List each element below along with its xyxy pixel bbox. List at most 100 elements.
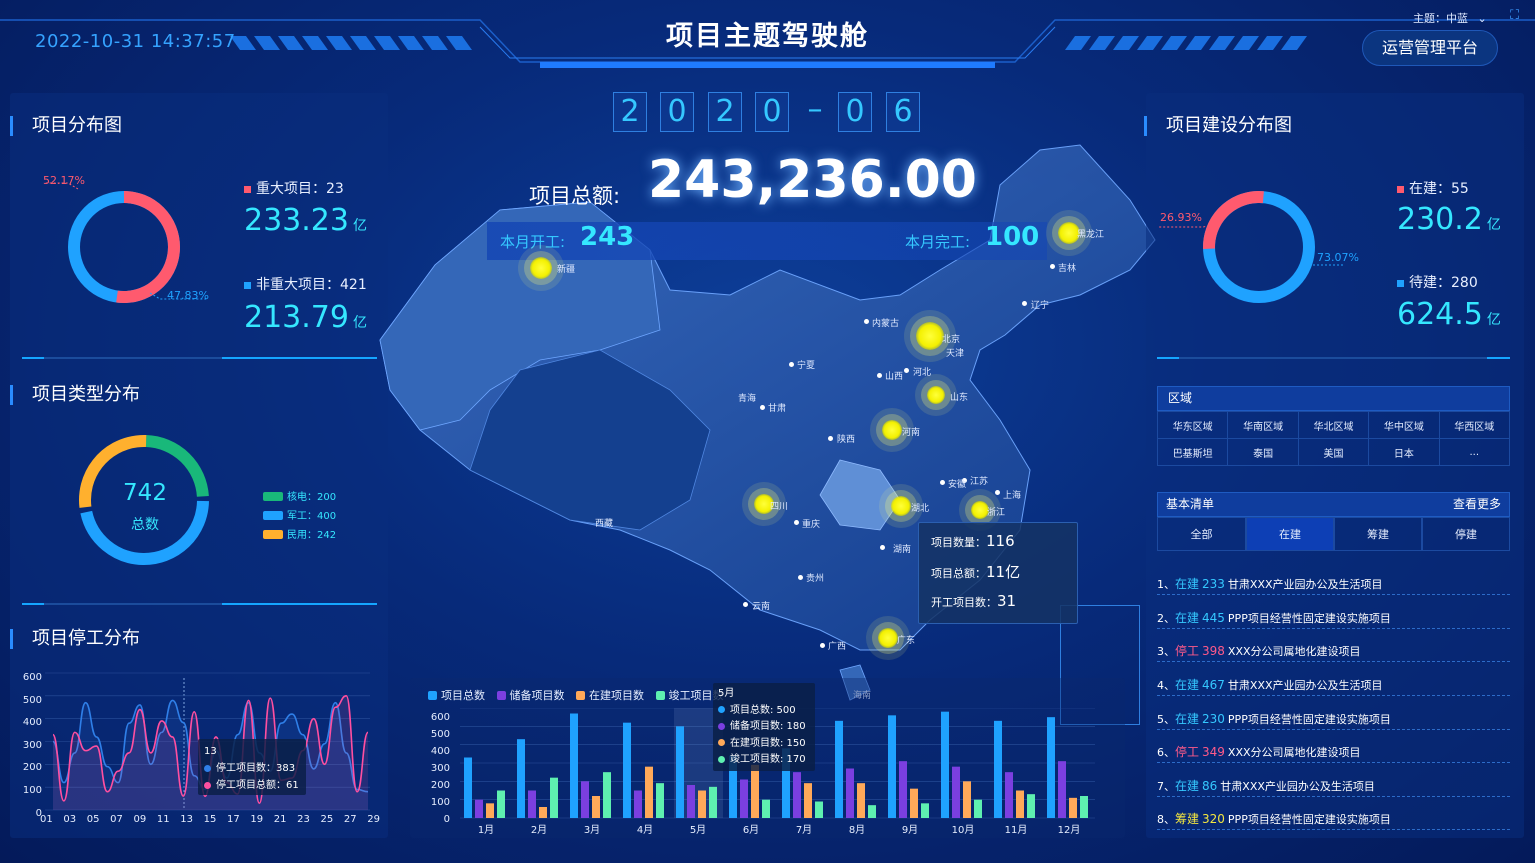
list-item[interactable]: 8、筹建 320 PPP项目经营性固定建设实施项目 — [1157, 810, 1510, 830]
bar-2[interactable] — [1058, 761, 1066, 818]
bar-1[interactable] — [623, 722, 631, 818]
bar-3[interactable] — [698, 790, 706, 819]
bar-3[interactable] — [1069, 797, 1077, 818]
bar-4[interactable] — [1027, 794, 1035, 818]
bar-2[interactable] — [740, 779, 748, 819]
list-status: 在建 — [1175, 611, 1200, 625]
list-item[interactable]: 3、停工 398 XXX分公司属地化建设项目 — [1157, 642, 1510, 662]
region-cell[interactable]: 华东区域 — [1156, 411, 1229, 439]
bar-3[interactable] — [1016, 790, 1024, 819]
list-item[interactable]: 1、在建 233 甘肃XXX产业园办公及生活项目 — [1157, 575, 1510, 595]
city-label: 广西 — [828, 642, 847, 652]
bar-3[interactable] — [486, 803, 494, 818]
bar-2[interactable] — [475, 799, 483, 818]
bar-3[interactable] — [910, 788, 918, 818]
date-digit: 0 — [838, 92, 872, 132]
region-cell[interactable]: 美国 — [1297, 438, 1370, 466]
region-cell[interactable]: 华南区域 — [1227, 411, 1299, 439]
list-item[interactable]: 2、在建 445 PPP项目经营性固定建设实施项目 — [1157, 609, 1510, 629]
list-status: 在建 — [1175, 577, 1200, 591]
bar-3[interactable] — [539, 807, 547, 818]
city-label: 甘肃 — [768, 404, 787, 414]
hotspot-marker[interactable] — [916, 322, 944, 350]
bar-3[interactable] — [645, 766, 653, 818]
bar-1[interactable] — [570, 713, 578, 819]
bar-2[interactable] — [952, 766, 960, 818]
bar-tooltip: 5月 项目总数: 500 储备项目数: 180 在建项目数: 150 竣工项目数… — [713, 683, 815, 771]
region-cell[interactable]: 泰国 — [1227, 438, 1299, 466]
hotspot-marker[interactable] — [878, 628, 898, 648]
city-label: 河北 — [913, 368, 932, 378]
bar-3[interactable] — [963, 781, 971, 818]
bar-1[interactable] — [888, 715, 896, 818]
region-cell[interactable]: 华西区域 — [1438, 411, 1511, 439]
tab-all[interactable]: 全部 — [1157, 517, 1246, 551]
city-label: 贵州 — [806, 574, 825, 584]
city-label: 西藏 — [595, 519, 614, 529]
bar-4[interactable] — [974, 799, 982, 818]
waiting-value: 624.5 亿 — [1397, 297, 1501, 332]
bar-3[interactable] — [592, 796, 600, 818]
tab-building[interactable]: 在建 — [1246, 517, 1334, 551]
pct-major: 52.17% — [43, 174, 85, 187]
x-tick-label: 12月 — [1058, 824, 1081, 836]
bar-3[interactable] — [804, 783, 812, 818]
list-item[interactable]: 4、在建 467 甘肃XXX产业园办公及生活项目 — [1157, 676, 1510, 696]
bar-4[interactable] — [1080, 796, 1088, 818]
tab-stopped[interactable]: 停建 — [1422, 517, 1510, 551]
bar-4[interactable] — [762, 799, 770, 818]
region-cell[interactable]: 华中区域 — [1368, 411, 1440, 439]
finish-label: 本月完工: — [905, 233, 971, 251]
list-name: XXX分公司属地化建设项目 — [1227, 746, 1361, 759]
bar-2[interactable] — [581, 781, 589, 818]
bar-4[interactable] — [550, 777, 558, 818]
bar-4[interactable] — [497, 790, 505, 819]
bar-2[interactable] — [528, 790, 536, 819]
list-item[interactable]: 7、在建 86 甘肃XXX产业园办公及生活项目 — [1157, 777, 1510, 797]
bar-1[interactable] — [835, 720, 843, 818]
list-item[interactable]: 6、停工 349 XXX分公司属地化建设项目 — [1157, 743, 1510, 763]
list-item[interactable]: 5、在建 230 PPP项目经营性固定建设实施项目 — [1157, 710, 1510, 730]
city-label: 江苏 — [970, 477, 989, 487]
region-cell[interactable]: 日本 — [1368, 438, 1440, 466]
tab-preparing[interactable]: 筹建 — [1334, 517, 1422, 551]
view-more-link[interactable]: 查看更多 — [1453, 493, 1501, 516]
platform-button[interactable]: 运营管理平台 — [1362, 30, 1498, 66]
bar-2[interactable] — [634, 790, 642, 819]
bar-4[interactable] — [656, 783, 664, 818]
bar-2[interactable] — [899, 761, 907, 818]
bar-2[interactable] — [846, 768, 854, 819]
bar-3[interactable] — [751, 764, 759, 818]
list-number: 230 — [1202, 712, 1225, 726]
bar-1[interactable] — [941, 711, 949, 818]
bar-4[interactable] — [815, 801, 823, 819]
theme-selector[interactable]: 主题：中蓝 ⌄ — [1413, 10, 1487, 26]
bar-2[interactable] — [793, 772, 801, 818]
fullscreen-icon[interactable]: ⛶ — [1510, 9, 1524, 23]
bar-1[interactable] — [994, 720, 1002, 818]
hotspot-marker[interactable] — [882, 420, 902, 440]
hotspot-marker[interactable] — [927, 386, 945, 404]
list-status: 在建 — [1175, 678, 1200, 692]
bar-4[interactable] — [603, 772, 611, 818]
bar-1[interactable] — [676, 726, 684, 818]
x-tick-label: 11月 — [1005, 824, 1028, 836]
bar-1[interactable] — [464, 757, 472, 819]
bar-3[interactable] — [857, 783, 865, 818]
bar-4[interactable] — [709, 786, 717, 818]
list-index: 6、 — [1157, 746, 1175, 759]
stop-y-axis: 600 500 400 300 200 100 0 — [22, 672, 42, 819]
bar-4[interactable] — [868, 805, 876, 818]
region-cell[interactable]: ... — [1438, 438, 1511, 466]
city-label: 山东 — [950, 393, 969, 403]
hotspot-marker[interactable] — [530, 257, 552, 279]
hotspot-marker[interactable] — [891, 496, 911, 516]
stop-dist-title: 项目停工分布 — [10, 629, 140, 649]
bar-2[interactable] — [1005, 772, 1013, 818]
bar-1[interactable] — [1047, 717, 1055, 818]
region-cell[interactable]: 华北区域 — [1297, 411, 1370, 439]
region-cell[interactable]: 巴基斯坦 — [1156, 438, 1229, 466]
bar-1[interactable] — [517, 739, 525, 818]
bar-2[interactable] — [687, 785, 695, 818]
bar-4[interactable] — [921, 803, 929, 818]
